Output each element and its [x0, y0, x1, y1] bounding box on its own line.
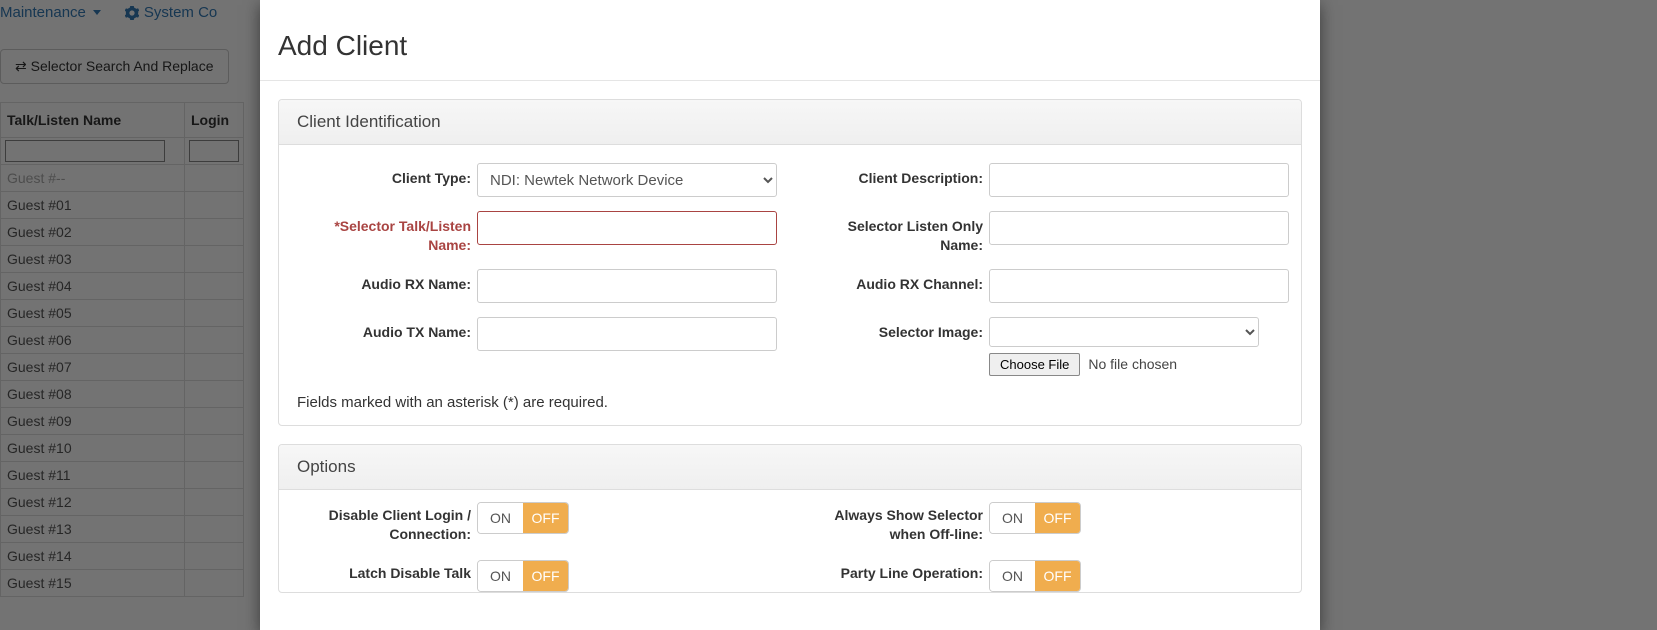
toggle-off: OFF	[1035, 561, 1080, 591]
table-row[interactable]: Guest #07	[1, 354, 185, 381]
panel-options: Options Disable Client Login / Connectio…	[278, 444, 1302, 593]
selector-search-replace-button[interactable]: ⇄ Selector Search And Replace	[0, 49, 229, 84]
modal-title: Add Client	[278, 30, 1302, 62]
label-audio-tx-name: Audio TX Name:	[297, 317, 477, 342]
toggle-party-line-operation[interactable]: ON OFF	[989, 560, 1081, 592]
required-fields-note: Fields marked with an asterisk (*) are r…	[297, 394, 1283, 411]
table-row[interactable]: Guest #01	[1, 192, 185, 219]
selector-image-select[interactable]	[989, 317, 1259, 347]
label-client-type: Client Type:	[297, 163, 477, 188]
panel-heading-options: Options	[279, 445, 1301, 490]
client-description-input[interactable]	[989, 163, 1289, 197]
client-type-select[interactable]: NDI: Newtek Network Device	[477, 163, 777, 197]
clients-table: Talk/Listen Name Login Guest #-- Guest #…	[0, 102, 244, 597]
selector-listen-only-name-input[interactable]	[989, 211, 1289, 245]
table-row[interactable]: Guest #03	[1, 246, 185, 273]
label-always-show-selector: Always Show Selector when Off-line:	[809, 502, 989, 544]
table-row[interactable]: Guest #06	[1, 327, 185, 354]
audio-rx-name-input[interactable]	[477, 269, 777, 303]
filter-talk-listen[interactable]	[5, 140, 165, 162]
modal-header: Add Client	[260, 0, 1320, 81]
gear-icon	[125, 6, 139, 20]
add-client-modal: Add Client Client Identification Client …	[260, 0, 1320, 630]
label-selector-image: Selector Image:	[809, 317, 989, 342]
table-row[interactable]: Guest #15	[1, 570, 185, 597]
toggle-off: OFF	[1035, 503, 1080, 533]
toggle-latch-disable-talk[interactable]: ON OFF	[477, 560, 569, 592]
table-row[interactable]: Guest #08	[1, 381, 185, 408]
table-row[interactable]: Guest #12	[1, 489, 185, 516]
label-disable-client-login: Disable Client Login / Connection:	[297, 502, 477, 544]
options-grid: Disable Client Login / Connection: ON OF…	[297, 502, 1283, 592]
table-row[interactable]: Guest #10	[1, 435, 185, 462]
audio-tx-name-input[interactable]	[477, 317, 777, 351]
table-row[interactable]: Guest #05	[1, 300, 185, 327]
toggle-always-show-selector[interactable]: ON OFF	[989, 502, 1081, 534]
file-chosen-status: No file chosen	[1088, 356, 1177, 372]
menu-maintenance[interactable]: Maintenance	[0, 4, 101, 21]
label-selector-talk-listen-name: *Selector Talk/Listen Name:	[297, 211, 477, 255]
menu-system-config[interactable]: System Co	[125, 4, 217, 21]
identification-form-grid: Client Type: NDI: Newtek Network Device …	[297, 163, 1283, 376]
label-party-line-operation: Party Line Operation:	[809, 560, 989, 583]
table-row[interactable]: Guest #02	[1, 219, 185, 246]
selector-talk-listen-name-input[interactable]	[477, 211, 777, 245]
filter-login[interactable]	[189, 140, 239, 162]
toggle-off: OFF	[523, 503, 568, 533]
file-picker: Choose File No file chosen	[989, 353, 1289, 376]
toggle-on: ON	[478, 503, 523, 533]
toggle-off: OFF	[523, 561, 568, 591]
col-header-talk-listen: Talk/Listen Name	[1, 103, 185, 138]
toggle-disable-client-login[interactable]: ON OFF	[477, 502, 569, 534]
audio-rx-channel-input[interactable]	[989, 269, 1289, 303]
col-header-login: Login	[185, 103, 244, 138]
label-audio-rx-channel: Audio RX Channel:	[809, 269, 989, 294]
panel-client-identification: Client Identification Client Type: NDI: …	[278, 99, 1302, 426]
table-row[interactable]: Guest #09	[1, 408, 185, 435]
chevron-down-icon	[93, 10, 101, 15]
label-audio-rx-name: Audio RX Name:	[297, 269, 477, 294]
menu-maintenance-label: Maintenance	[0, 4, 86, 21]
modal-body: Client Identification Client Type: NDI: …	[260, 99, 1320, 593]
table-row[interactable]: Guest #14	[1, 543, 185, 570]
menu-system-config-label: System Co	[144, 4, 217, 21]
choose-file-button[interactable]: Choose File	[989, 353, 1080, 376]
table-row[interactable]: Guest #04	[1, 273, 185, 300]
table-row[interactable]: Guest #13	[1, 516, 185, 543]
toggle-on: ON	[478, 561, 523, 591]
panel-heading-identification: Client Identification	[279, 100, 1301, 145]
toggle-on: ON	[990, 561, 1035, 591]
label-selector-listen-only-name: Selector Listen Only Name:	[809, 211, 989, 255]
label-client-description: Client Description:	[809, 163, 989, 188]
toggle-on: ON	[990, 503, 1035, 533]
table-row[interactable]: Guest #11	[1, 462, 185, 489]
table-placeholder: Guest #--	[1, 165, 185, 192]
label-latch-disable-talk: Latch Disable Talk	[297, 560, 477, 583]
